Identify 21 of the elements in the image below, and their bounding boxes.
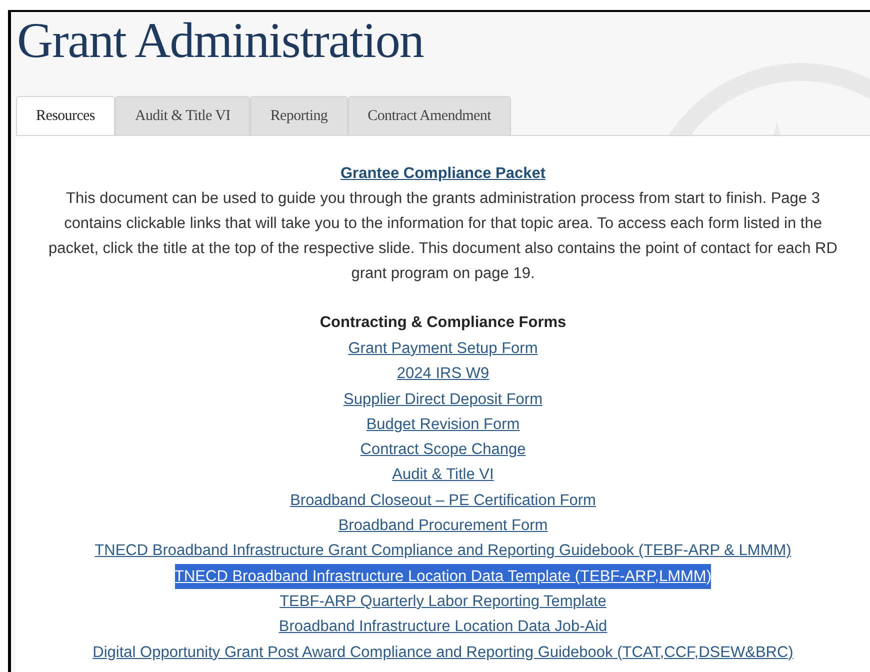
form-link[interactable]: TEBF-ARP Quarterly Labor Reporting Template — [280, 588, 606, 614]
form-link[interactable]: TNECD Broadband Infrastructure Location Data Template (TEBF-ARP,LMMM) — [174, 564, 712, 589]
packet-link[interactable]: Grantee Compliance Packet — [340, 162, 546, 186]
form-link[interactable]: Contract Scope Change — [360, 437, 526, 462]
form-link[interactable]: Broadband Procurement Form — [338, 513, 548, 538]
form-link[interactable]: Grant Payment Setup Form — [348, 336, 538, 362]
tab[interactable]: Resources — [16, 96, 115, 136]
tab[interactable]: Contract Amendment — [348, 96, 511, 136]
form-link[interactable]: Broadband Closeout – PE Certification Form — [290, 488, 596, 514]
form-link[interactable]: Digital Opportunity Grant Post Award Compliance and Reporting Guidebook (TCAT,CCF,DSEW&BRC) — [92, 640, 794, 665]
tab[interactable]: Audit & Title VI — [114, 96, 250, 136]
form-link[interactable]: Broadband Infrastructure Location Data Job-Aid — [278, 614, 608, 640]
packet-description: This document can be used to guide you through the grants administration process from start to finish. Page 3 contains clickable links that will take you to the information for that topic area. To access each form listed in the packet, click the title at the top of the respective slide. This document also contains the point of contact for each RD grant program on page 19. — [48, 189, 838, 284]
page-title: Grant Administration — [17, 12, 425, 70]
form-link[interactable]: TNECD Broadband Infrastructure Grant Compliance and Reporting Guidebook (TEBF-ARP & LMMM) — [94, 538, 792, 564]
tab[interactable]: Reporting — [250, 96, 348, 136]
forms-heading: Contracting & Compliance Forms — [320, 313, 566, 333]
form-link[interactable]: Audit & Title VI — [392, 462, 494, 488]
form-link[interactable]: Supplier Direct Deposit Form — [344, 386, 542, 412]
form-link[interactable]: 2024 IRS W9 — [396, 361, 490, 387]
form-link[interactable]: Budget Revision Form — [366, 412, 520, 438]
